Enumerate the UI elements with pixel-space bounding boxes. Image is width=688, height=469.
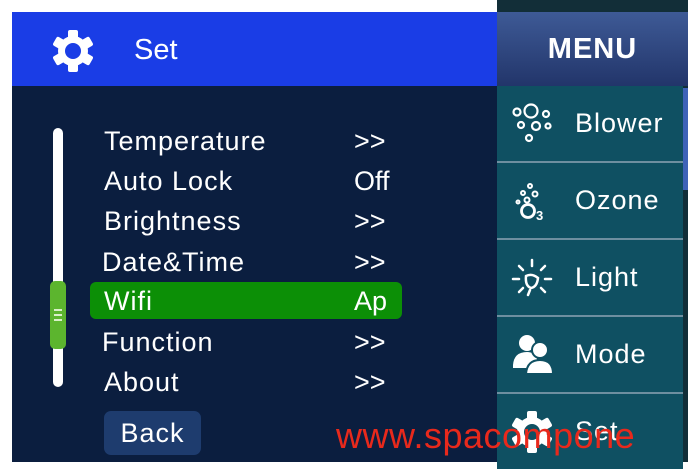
setting-value: >> (354, 327, 386, 357)
setting-label: Brightness (104, 206, 242, 236)
ozone-icon: 3 (515, 183, 543, 223)
menu-label: Blower (575, 108, 664, 138)
menu-item-mode[interactable]: Mode (497, 317, 683, 394)
menu-header: MENU (497, 12, 688, 86)
back-button[interactable]: Back (104, 411, 201, 455)
svg-text:3: 3 (536, 208, 543, 223)
menu-item-blower[interactable]: Blower (497, 86, 683, 163)
setting-value: >> (354, 126, 386, 156)
menu-scrollbar-thumb[interactable] (683, 88, 688, 190)
setting-label: Function (102, 327, 214, 357)
setting-label: Date&Time (102, 247, 246, 277)
setting-value: >> (354, 367, 386, 397)
setting-row-function[interactable]: Function >> (0, 323, 497, 361)
setting-value: Off (354, 166, 390, 196)
setting-row-temperature[interactable]: Temperature >> (0, 122, 497, 160)
menu-label: Ozone (575, 185, 660, 215)
setting-row-auto-lock[interactable]: Auto Lock Off (0, 162, 497, 200)
setting-label: Auto Lock (104, 166, 234, 196)
menu-panel: MENU Blower 3 Ozone Light Mode Set (497, 0, 688, 469)
menu-label: Mode (575, 339, 647, 369)
setting-row-brightness[interactable]: Brightness >> (0, 202, 497, 240)
gear-icon (53, 30, 93, 72)
setting-value: >> (354, 206, 386, 236)
people-icon (513, 335, 555, 375)
settings-header: Set (12, 12, 497, 86)
setting-label: About (104, 367, 180, 397)
setting-row-about[interactable]: About >> (0, 363, 497, 401)
menu-item-light[interactable]: Light (497, 240, 683, 317)
watermark: www.spacompone (336, 415, 636, 456)
bulb-icon (511, 258, 553, 297)
page-title: Set (134, 34, 178, 66)
setting-row-date-time[interactable]: Date&Time >> (0, 243, 497, 281)
menu-title: MENU (547, 33, 638, 65)
menu-item-ozone[interactable]: 3 Ozone (497, 163, 683, 240)
menu-label: Light (575, 262, 639, 292)
setting-label: Wifi (104, 286, 153, 316)
settings-panel: Set Temperature >> Auto Lock Off Brightn… (0, 0, 497, 462)
setting-row-wifi[interactable]: Wifi Ap (0, 282, 497, 320)
bubbles-icon (512, 103, 552, 143)
setting-value: >> (354, 247, 386, 277)
setting-label: Temperature (104, 126, 267, 156)
setting-value: Ap (354, 286, 388, 316)
